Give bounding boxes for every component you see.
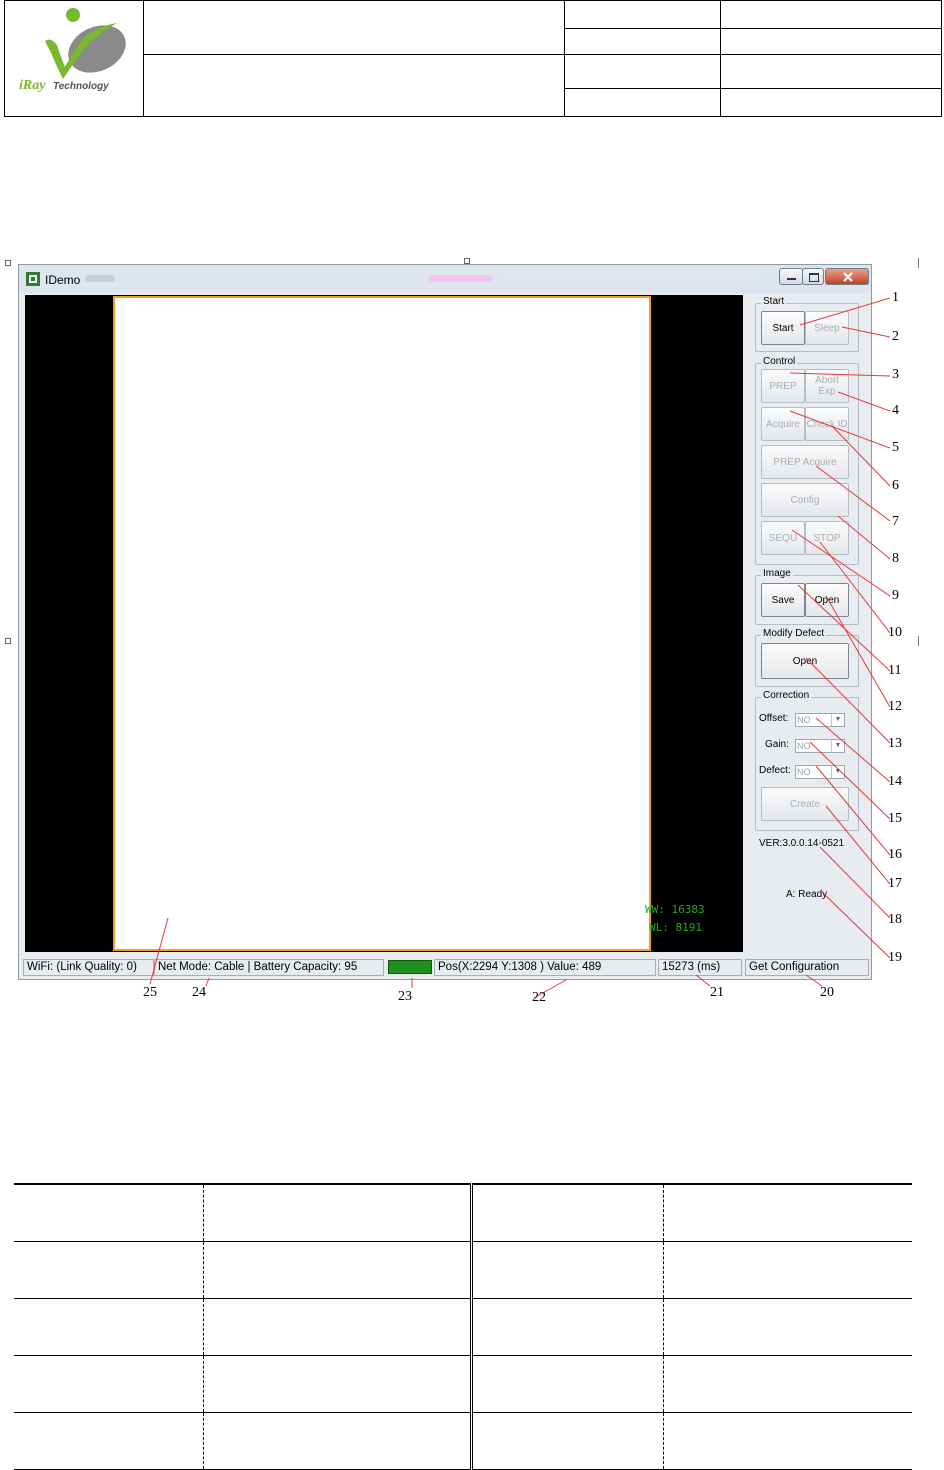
callout-number: 5 [892, 440, 899, 455]
callout-number: 2 [892, 329, 899, 344]
callout-number: 11 [888, 663, 902, 678]
callout-number: 19 [888, 950, 902, 965]
callout-number: 18 [888, 912, 902, 927]
callout-number: 17 [888, 876, 902, 891]
callout-number: 16 [888, 847, 902, 862]
table-cell [203, 1412, 473, 1470]
table-cell [14, 1241, 56, 1299]
callout-number: 3 [892, 367, 899, 382]
table-cell [471, 1183, 521, 1242]
table-cell [471, 1241, 521, 1299]
table-cell [663, 1241, 912, 1299]
callout-number: 1 [892, 290, 899, 305]
table-cell [56, 1355, 204, 1413]
callout-number: 14 [888, 774, 902, 789]
callout-number: 6 [892, 478, 899, 493]
table-cell [203, 1298, 473, 1356]
callout-number: 25 [143, 985, 157, 1000]
callout-number: 9 [892, 588, 899, 603]
description-table [14, 1183, 912, 1470]
table-cell [203, 1241, 473, 1299]
callout-number: 24 [192, 985, 206, 1000]
callout-number: 21 [710, 985, 724, 1000]
callout-number: 23 [398, 989, 412, 1004]
table-cell [56, 1298, 204, 1356]
callout-number: 20 [820, 985, 834, 1000]
table-cell [203, 1355, 473, 1413]
table-cell [14, 1183, 56, 1242]
callout-number: 8 [892, 551, 899, 566]
table-cell [14, 1412, 56, 1470]
table-cell [663, 1355, 912, 1413]
table-cell [521, 1241, 664, 1299]
callout-lines [149, 297, 891, 999]
table-cell [521, 1412, 664, 1470]
callout-number: 7 [892, 514, 899, 529]
callout-number: 22 [532, 990, 546, 1005]
callout-number: 15 [888, 811, 902, 826]
table-cell [471, 1355, 521, 1413]
table-cell [56, 1183, 204, 1242]
table-cell [521, 1298, 664, 1356]
table-cell [521, 1355, 664, 1413]
table-cell [471, 1298, 521, 1356]
table-cell [14, 1355, 56, 1413]
table-cell [663, 1298, 912, 1356]
table-cell [56, 1412, 204, 1470]
callout-number: 12 [888, 699, 902, 714]
table-cell [521, 1183, 664, 1242]
table-cell [14, 1298, 56, 1356]
callout-number: 4 [892, 403, 899, 418]
table-cell [56, 1241, 204, 1299]
table-cell [663, 1412, 912, 1470]
table-cell [663, 1183, 912, 1242]
callout-number: 13 [888, 736, 902, 751]
table-cell [203, 1183, 473, 1242]
table-cell [471, 1412, 521, 1470]
callout-number: 10 [888, 625, 902, 640]
